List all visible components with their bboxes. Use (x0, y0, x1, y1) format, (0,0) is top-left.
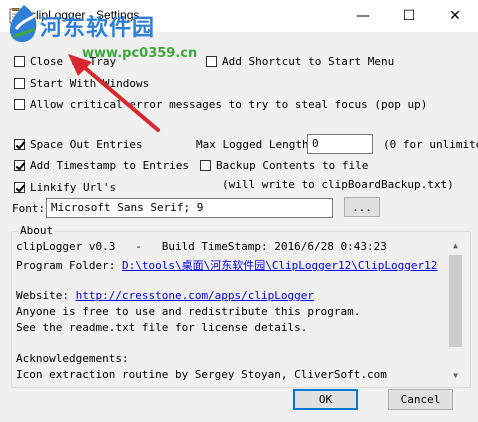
checkbox-box[interactable] (14, 182, 25, 193)
font-browse-button[interactable]: ... (344, 197, 380, 217)
window-title: clipLogger - Settings (30, 8, 140, 22)
space-out-entries-checkbox[interactable]: Space Out Entries (14, 138, 143, 151)
checkbox-box[interactable] (14, 139, 25, 150)
max-logged-length-input[interactable]: 0 (307, 134, 373, 154)
allow-critical-errors-checkbox[interactable]: Allow critical error messages to try to … (14, 98, 427, 111)
scroll-down-icon[interactable]: ▼ (447, 367, 464, 384)
backup-contents-checkbox[interactable]: Backup Contents to file (200, 159, 368, 172)
free-line: Anyone is free to use and redistribute t… (16, 305, 361, 318)
ok-button[interactable]: OK (293, 389, 358, 410)
about-scrollbar[interactable]: ▲ ▼ (447, 237, 464, 384)
max-logged-length-label: Max Logged Length: (196, 138, 316, 151)
close-to-tray-label: Close to Tray (30, 55, 117, 68)
linkify-urls-checkbox[interactable]: Linkify Url's (14, 181, 116, 194)
close-button[interactable]: ✕ (432, 0, 478, 32)
close-icon: ✕ (449, 8, 461, 24)
start-with-windows-checkbox[interactable]: Start With Windows (14, 77, 149, 90)
acknowledgements-title: Acknowledgements: (16, 352, 129, 365)
maximize-button[interactable]: ☐ (386, 0, 432, 32)
program-folder-label: Program Folder: (16, 259, 122, 272)
minimize-icon: — (356, 8, 370, 24)
about-textbox[interactable]: clipLogger v0.3 - Build TimeStamp: 2016/… (13, 237, 447, 385)
cancel-button[interactable]: Cancel (388, 389, 453, 410)
checkbox-box[interactable] (14, 99, 25, 110)
font-label: Font: (12, 202, 46, 215)
max-logged-length-note: (0 for unlimited (383, 138, 478, 151)
website-label: Website: (16, 289, 76, 302)
start-with-windows-label: Start With Windows (30, 77, 150, 90)
maximize-icon: ☐ (402, 8, 416, 24)
add-timestamp-label: Add Timestamp to Entries (30, 159, 189, 172)
checkbox-box[interactable] (14, 78, 25, 89)
font-input[interactable]: Microsoft Sans Serif; 9 (46, 198, 333, 218)
app-icon (9, 8, 22, 24)
add-shortcut-label: Add Shortcut to Start Menu (222, 55, 395, 68)
version-line: clipLogger v0.3 - Build TimeStamp: 2016/… (16, 240, 387, 253)
checkbox-box[interactable] (14, 160, 25, 171)
backup-contents-label: Backup Contents to file (216, 159, 369, 172)
checkbox-box[interactable] (200, 160, 211, 171)
acknowledgements-line: Icon extraction routine by Sergey Stoyan… (16, 368, 387, 381)
allow-critical-errors-label: Allow critical error messages to try to … (30, 98, 428, 111)
minimize-button[interactable]: — (340, 0, 386, 32)
website-link[interactable]: http://cresstone.com/apps/clipLogger (76, 289, 314, 302)
checkbox-box[interactable] (14, 56, 25, 67)
website-line: Website: http://cresstone.com/apps/clipL… (16, 289, 314, 302)
backup-note: (will write to clipBoardBackup.txt) (222, 178, 454, 191)
add-timestamp-checkbox[interactable]: Add Timestamp to Entries (14, 159, 189, 172)
license-line: See the readme.txt file for license deta… (16, 321, 308, 334)
scroll-thumb[interactable] (449, 255, 462, 347)
about-title: About (18, 224, 56, 237)
add-shortcut-checkbox[interactable]: Add Shortcut to Start Menu (206, 55, 394, 68)
close-to-tray-checkbox[interactable]: Close to Tray (14, 55, 116, 68)
program-folder-link[interactable]: D:\tools\桌面\河东软件园\ClipLogger12\ClipLogge… (122, 259, 437, 272)
title-bar: clipLogger - Settings — ☐ ✕ (0, 0, 478, 32)
settings-window: clipLogger - Settings — ☐ ✕ Close to Tra… (0, 0, 478, 422)
linkify-urls-label: Linkify Url's (30, 181, 117, 194)
checkbox-box[interactable] (206, 56, 217, 67)
program-folder-line: Program Folder: D:\tools\桌面\河东软件园\ClipLo… (16, 257, 437, 273)
space-out-entries-label: Space Out Entries (30, 138, 143, 151)
scroll-up-icon[interactable]: ▲ (447, 237, 464, 254)
